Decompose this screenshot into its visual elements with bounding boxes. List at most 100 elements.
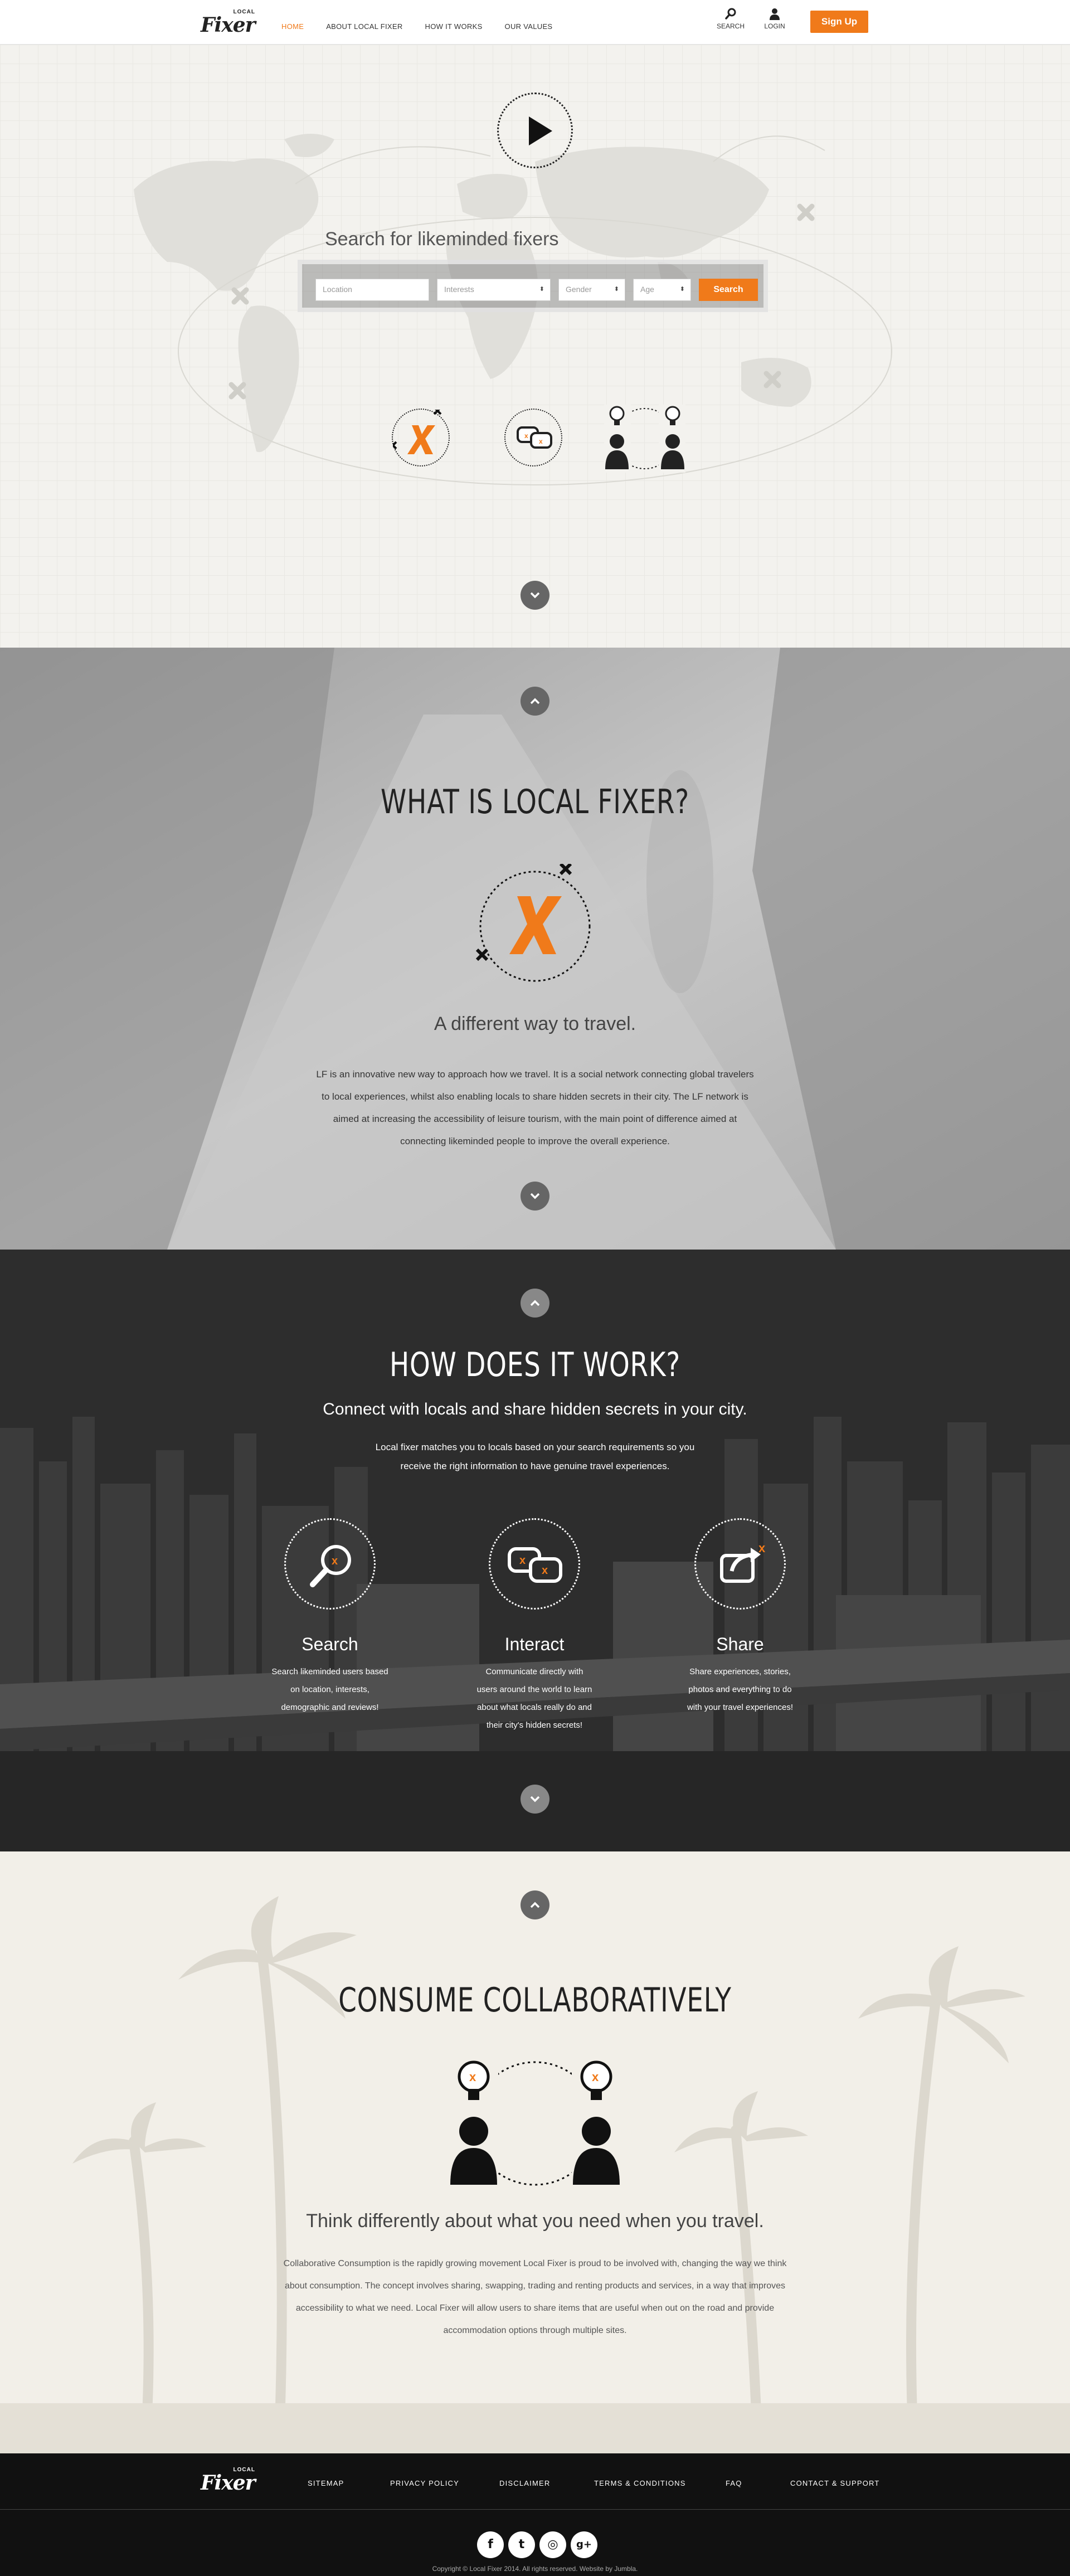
people-lightbulbs-icon xyxy=(604,405,685,473)
signup-button[interactable]: Sign Up xyxy=(810,11,868,33)
search-label: SEARCH xyxy=(716,22,745,30)
social-links: f t ◎ g+ xyxy=(477,2531,597,2558)
facebook-icon[interactable]: f xyxy=(477,2531,504,2558)
what-body: LF is an innovative new way to approach … xyxy=(284,1063,786,1153)
how-title: HOW DOES IT WORK? xyxy=(390,1345,680,1384)
header-search[interactable]: SEARCH xyxy=(714,8,747,30)
what-is-section: WHAT IS LOCAL FIXER? A different way to … xyxy=(0,648,1070,1250)
site-footer: LOCAL Fixer SITEMAP PRIVACY POLICY DISCL… xyxy=(0,2453,1070,2576)
desc-line: about what locals really do and xyxy=(477,1703,592,1712)
footer-link-sitemap[interactable]: SITEMAP xyxy=(308,2479,344,2487)
nav-about[interactable]: ABOUT LOCAL FIXER xyxy=(326,22,402,31)
search-title: Search for likeminded fixers xyxy=(325,229,559,250)
play-video-button[interactable] xyxy=(497,93,573,168)
consume-body-line: Collaborative Consumption is the rapidly… xyxy=(283,2259,787,2268)
scroll-down-button[interactable] xyxy=(521,1182,549,1211)
desc-line: Share experiences, stories, xyxy=(689,1667,791,1676)
what-title: WHAT IS LOCAL FIXER? xyxy=(381,782,689,822)
interact-feature-desc: Communicate directly with users around t… xyxy=(470,1663,599,1734)
what-body-line: aimed at increasing the accessibility of… xyxy=(333,1114,737,1124)
how-intro-line: receive the right information to have ge… xyxy=(400,1461,670,1471)
consume-body-line: accommodation options through multiple s… xyxy=(443,2326,627,2335)
svg-text:x: x xyxy=(539,438,543,445)
how-intro-line: Local fixer matches you to locals based … xyxy=(375,1442,695,1452)
scroll-up-button[interactable] xyxy=(521,1289,549,1318)
desc-line: photos and everything to do xyxy=(688,1685,792,1694)
consume-body-line: about consumption. The concept involves … xyxy=(285,2281,785,2291)
what-body-line: connecting likeminded people to improve … xyxy=(400,1136,670,1146)
svg-text:x: x xyxy=(469,2070,476,2084)
footer-link-privacy[interactable]: PRIVACY POLICY xyxy=(390,2479,459,2487)
nav-how-it-works[interactable]: HOW IT WORKS xyxy=(425,22,483,31)
user-icon xyxy=(770,8,780,20)
scroll-down-button[interactable] xyxy=(521,581,549,610)
interact-feature-icon: xx xyxy=(489,1518,580,1610)
search-button[interactable]: Search xyxy=(699,279,758,301)
nav-home[interactable]: HOME xyxy=(281,22,304,31)
footer-link-contact[interactable]: CONTACT & SUPPORT xyxy=(790,2479,880,2487)
hero-section: Search for likeminded fixers Location In… xyxy=(0,45,1070,648)
search-feature-title: Search xyxy=(301,1634,358,1654)
desc-line: users around the world to learn xyxy=(476,1685,592,1694)
how-intro: Local fixer matches you to locals based … xyxy=(284,1438,786,1476)
consume-body-line: accessibility to what we need. Local Fix… xyxy=(295,2303,775,2313)
scroll-up-button[interactable] xyxy=(521,1890,549,1919)
consume-collaboratively-section: CONSUME COLLABORATIVELY x x Think differ… xyxy=(0,1851,1070,2453)
scroll-down-button[interactable] xyxy=(521,1785,549,1814)
logo-text: Fixer xyxy=(201,13,256,37)
location-input[interactable]: Location xyxy=(315,279,429,301)
people-lightbulbs-illustration: x x xyxy=(450,2053,620,2193)
what-body-line: to local experiences, whilst also enabli… xyxy=(322,1091,748,1102)
share-feature-title: Share xyxy=(716,1634,764,1654)
instagram-icon[interactable]: ◎ xyxy=(539,2531,566,2558)
header-login[interactable]: LOGIN xyxy=(758,8,791,30)
footer-link-terms[interactable]: TERMS & CONDITIONS xyxy=(594,2479,686,2487)
fixer-x-badge-icon xyxy=(475,864,591,982)
svg-text:x: x xyxy=(758,1541,766,1555)
chevron-down-icon xyxy=(530,592,540,599)
footer-link-faq[interactable]: FAQ xyxy=(726,2479,742,2487)
site-header: LOCAL Fixer HOME ABOUT LOCAL FIXER HOW I… xyxy=(0,0,1070,45)
share-feature-icon: x xyxy=(694,1518,786,1610)
svg-text:x: x xyxy=(519,1554,526,1567)
svg-text:x: x xyxy=(332,1555,338,1567)
chevron-up-icon xyxy=(530,698,540,704)
footer-logo[interactable]: LOCAL Fixer xyxy=(200,2466,257,2495)
how-it-works-section: HOW DOES IT WORK? Connect with locals an… xyxy=(0,1250,1070,1851)
desc-line: with your travel experiences! xyxy=(687,1703,794,1712)
copyright: Copyright © Local Fixer 2014. All rights… xyxy=(432,2565,638,2573)
chevron-down-icon xyxy=(530,1193,540,1199)
svg-text:x: x xyxy=(542,1564,548,1577)
nav-our-values[interactable]: OUR VALUES xyxy=(505,22,553,31)
what-subtitle: A different way to travel. xyxy=(434,1013,636,1034)
what-body-line: LF is an innovative new way to approach … xyxy=(316,1069,754,1080)
chevron-down-icon xyxy=(530,1796,540,1802)
svg-text:x: x xyxy=(592,2070,599,2084)
chevron-up-icon xyxy=(530,1902,540,1908)
footer-link-disclaimer[interactable]: DISCLAIMER xyxy=(499,2479,550,2487)
share-feature-desc: Share experiences, stories, photos and e… xyxy=(676,1663,804,1717)
consume-body: Collaborative Consumption is the rapidly… xyxy=(228,2253,842,2342)
fixer-x-icon xyxy=(388,406,450,466)
desc-line: Communicate directly with xyxy=(485,1667,583,1676)
search-form: Location Interests Gender Age Search xyxy=(298,260,768,312)
how-subtitle: Connect with locals and share hidden sec… xyxy=(323,1400,747,1418)
desc-line: Search likeminded users based xyxy=(271,1667,388,1676)
interests-select[interactable]: Interests xyxy=(437,279,551,301)
svg-text:x: x xyxy=(524,432,528,440)
consume-title: CONSUME COLLABORATIVELY xyxy=(338,1981,732,2020)
interact-feature-title: Interact xyxy=(504,1634,565,1654)
desc-line: on location, interests, xyxy=(290,1685,369,1694)
chat-bubbles-icon: xx xyxy=(504,409,562,466)
gender-select[interactable]: Gender xyxy=(558,279,625,301)
search-feature-desc: Search likeminded users based on locatio… xyxy=(266,1663,394,1717)
googleplus-icon[interactable]: g+ xyxy=(571,2531,597,2558)
main-nav: HOME ABOUT LOCAL FIXER HOW IT WORKS OUR … xyxy=(281,22,552,31)
world-map-illustration xyxy=(134,134,892,485)
scroll-up-button[interactable] xyxy=(521,687,549,716)
chevron-up-icon xyxy=(530,1300,540,1306)
consume-subtitle: Think differently about what you need wh… xyxy=(306,2210,764,2232)
twitter-icon[interactable]: t xyxy=(508,2531,535,2558)
age-select[interactable]: Age xyxy=(633,279,691,301)
logo[interactable]: LOCAL Fixer xyxy=(200,8,257,37)
